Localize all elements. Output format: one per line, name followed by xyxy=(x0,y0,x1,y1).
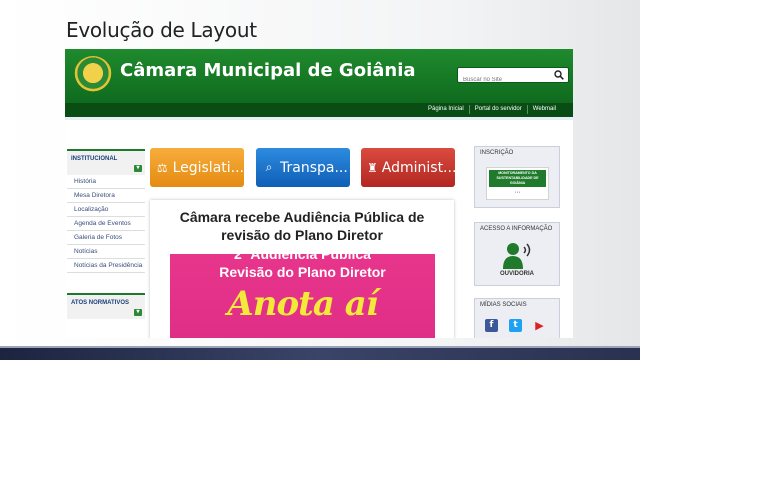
news-card[interactable]: Câmara recebe Audiência Pública de revis… xyxy=(150,200,454,338)
twitter-icon[interactable]: t xyxy=(509,319,522,332)
ouvidoria-link[interactable]: OUVIDORIA xyxy=(475,271,559,277)
banner-line-3: Anota aí xyxy=(227,284,378,324)
facebook-icon[interactable]: f xyxy=(485,319,498,332)
news-title[interactable]: Câmara recebe Audiência Pública de revis… xyxy=(158,208,446,244)
transparencia-label: Transpa... xyxy=(280,159,348,176)
youtube-icon[interactable]: ▶ xyxy=(533,319,546,332)
box-title: INSCRIÇÃO xyxy=(480,150,514,156)
sidebar-section-title: INSTITUCIONAL xyxy=(71,156,118,162)
site-header: Câmara Municipal de Goiânia xyxy=(65,49,573,103)
chevron-down-icon[interactable]: ▾ xyxy=(134,309,142,316)
inscricao-box: INSCRIÇÃO MONITORAMENTO DA SUSTENTABILID… xyxy=(474,146,560,208)
legislativo-button[interactable]: ⚖ Legislati... xyxy=(150,148,244,187)
website-screenshot: Câmara Municipal de Goiânia Página Inici… xyxy=(65,49,573,338)
inscricao-banner[interactable]: MONITORAMENTO DA SUSTENTABILIDADE DE GOI… xyxy=(486,167,549,200)
header-divider xyxy=(65,117,573,120)
top-nav: Página Inicial Portal do servidor Webmai… xyxy=(65,103,573,117)
sidebar-item-localizacao[interactable]: Localização xyxy=(67,203,145,217)
acesso-informacao-box: ACESSO A INFORMAÇÃO OUVIDORIA xyxy=(474,222,560,286)
site-name: Câmara Municipal de Goiânia xyxy=(120,60,416,81)
nav-link-webmail[interactable]: Webmail xyxy=(526,105,561,114)
midias-sociais-box: MÍDIAS SOCIAIS f t ▶ xyxy=(474,298,560,338)
transparencia-button[interactable]: ⌕ Transpa... xyxy=(256,148,350,187)
chevron-down-icon[interactable]: ▾ xyxy=(134,165,142,172)
news-banner-image[interactable]: 2ª Audiência Pública Revisão do Plano Di… xyxy=(170,254,435,338)
sidebar-item-historia[interactable]: História xyxy=(67,175,145,189)
gavel-icon: ⚖ xyxy=(156,160,168,175)
magnifier-icon: ⌕ xyxy=(265,160,273,174)
nav-link-pagina-inicial[interactable]: Página Inicial xyxy=(423,105,469,114)
sidebar-item-noticias-presidencia[interactable]: Notícias da Presidência xyxy=(67,259,145,273)
inscricao-banner-footer: ▪ ▪ ▪ xyxy=(515,190,520,194)
sidebar-section-institucional[interactable]: INSTITUCIONAL ▾ xyxy=(67,149,145,175)
search-input[interactable] xyxy=(458,73,548,87)
city-crest-logo xyxy=(74,56,112,94)
sidebar-item-agenda[interactable]: Agenda de Eventos xyxy=(67,217,145,231)
box-title: ACESSO A INFORMAÇÃO xyxy=(480,226,553,232)
legislativo-label: Legislati... xyxy=(172,159,244,176)
banner-line-2: Revisão do Plano Diretor xyxy=(219,264,386,280)
sidebar: INSTITUCIONAL ▾ História Mesa Diretora L… xyxy=(67,149,145,319)
sidebar-menu: História Mesa Diretora Localização Agend… xyxy=(67,175,145,273)
sidebar-item-galeria[interactable]: Galeria de Fotos xyxy=(67,231,145,245)
box-title: MÍDIAS SOCIAIS xyxy=(480,302,527,308)
ouvidoria-icon[interactable] xyxy=(502,241,532,269)
sidebar-item-noticias[interactable]: Notícias xyxy=(67,245,145,259)
search-box[interactable] xyxy=(457,67,569,87)
slide-bottom-bar xyxy=(0,346,640,360)
nav-link-portal-servidor[interactable]: Portal do servidor xyxy=(468,105,527,114)
administrativo-button[interactable]: ♜ Administ... xyxy=(361,148,455,187)
slide-title: Evolução de Layout xyxy=(66,18,257,42)
sidebar-section-title: ATOS NORMATIVOS xyxy=(71,300,130,306)
presentation-slide: Evolução de Layout Câmara Municipal de G… xyxy=(0,0,640,360)
banner-line-1: 2ª Audiência Pública xyxy=(234,254,371,262)
sidebar-section-atos[interactable]: ATOS NORMATIVOS ▾ xyxy=(67,293,145,319)
administrativo-label: Administ... xyxy=(381,159,455,176)
stamp-icon: ♜ xyxy=(367,160,378,175)
sidebar-item-mesa-diretora[interactable]: Mesa Diretora xyxy=(67,189,145,203)
search-icon[interactable] xyxy=(554,70,564,80)
inscricao-banner-text: MONITORAMENTO DA SUSTENTABILIDADE DE GOI… xyxy=(489,170,546,187)
